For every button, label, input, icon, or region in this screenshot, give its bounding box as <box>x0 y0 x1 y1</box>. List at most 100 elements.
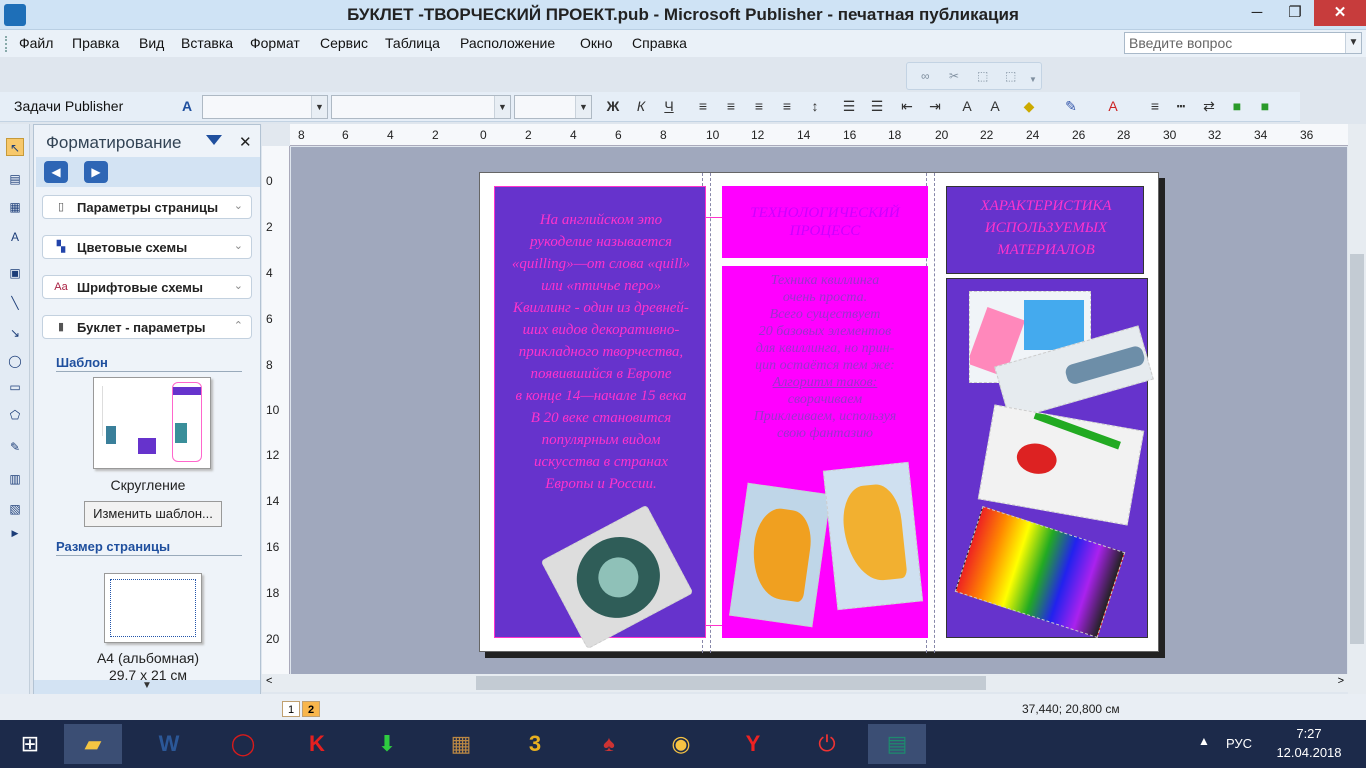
section-color-schemes[interactable]: ▚ Цветовые схемы ⌄ <box>42 235 252 259</box>
fill-color-icon[interactable]: ◆ <box>1020 98 1038 115</box>
maximize-button[interactable]: ❐ <box>1278 0 1312 26</box>
back-icon[interactable]: ◀ <box>44 161 68 183</box>
left-panel-text[interactable]: На английском это рукоделие называется «… <box>495 209 707 495</box>
arrow-style-icon[interactable]: ⇄ <box>1200 98 1218 115</box>
style-combo[interactable]: ▼ <box>202 95 328 119</box>
game-3-icon[interactable]: 3 <box>506 724 564 764</box>
publisher-tasks-button[interactable]: Задачи Publisher <box>14 98 123 114</box>
styles-icon[interactable]: A <box>178 98 196 114</box>
opera-icon[interactable]: ◯ <box>214 724 272 764</box>
vertical-scrollbar[interactable] <box>1348 124 1366 694</box>
next-frame-icon[interactable]: ⬚ <box>1005 69 1021 83</box>
design-gallery-icon[interactable]: ▥ <box>6 470 24 488</box>
middle-title[interactable]: ТЕХНОЛОГИЧЕСКИЙ ПРОЦЕСС <box>726 204 924 240</box>
middle-body-panel[interactable]: Техника квиллинга очень проста. Всего су… <box>722 266 928 638</box>
menu-edit[interactable]: Правка <box>72 35 119 51</box>
right-title[interactable]: ХАРАКТЕРИСТИКА ИСПОЛЬЗУЕМЫХ МАТЕРИАЛОВ <box>951 195 1141 261</box>
link-icon[interactable]: ∞ <box>921 69 937 83</box>
chevron-down-icon[interactable]: ▼ <box>311 96 327 118</box>
middle-body-text[interactable]: Техника квиллинга очень проста. Всего су… <box>726 272 924 442</box>
dash-style-icon[interactable]: ┅ <box>1172 98 1190 115</box>
scroll-thumb[interactable] <box>476 676 986 690</box>
booklet-page[interactable]: На английском это рукоделие называется «… <box>479 172 1159 653</box>
solitaire-icon[interactable]: ♠ <box>580 724 638 764</box>
page-2-tab[interactable]: 2 <box>302 701 320 717</box>
font-color-icon[interactable]: A <box>1104 98 1122 114</box>
autoshapes-icon[interactable]: ⬠ <box>6 406 24 424</box>
menu-table[interactable]: Таблица <box>385 35 440 51</box>
quilling-flowers-photo[interactable] <box>540 504 694 650</box>
italic-button[interactable]: К <box>632 98 650 114</box>
3d-style-icon[interactable]: ■ <box>1256 98 1274 114</box>
pane-scroll-down[interactable]: ▼ <box>34 680 260 694</box>
align-center-icon[interactable]: ≡ <box>722 98 740 114</box>
clock-time[interactable]: 7:27 <box>1262 726 1356 741</box>
menu-view[interactable]: Вид <box>139 35 164 51</box>
template-thumbnail[interactable] <box>93 377 211 469</box>
unlink-icon[interactable]: ✂ <box>949 69 965 83</box>
menu-help[interactable]: Справка <box>632 35 687 51</box>
word-icon[interactable]: W <box>140 724 198 764</box>
line-spacing-icon[interactable]: ↕ <box>806 98 824 114</box>
chevron-down-icon[interactable]: ▼ <box>494 96 510 118</box>
scroll-left-icon[interactable]: < <box>266 675 272 687</box>
text-box-icon[interactable]: ▤ <box>6 170 24 188</box>
increase-indent-icon[interactable]: ⇥ <box>926 98 944 115</box>
bullets-icon[interactable]: ☰ <box>868 98 886 115</box>
decrease-font-icon[interactable]: A <box>958 98 976 114</box>
menu-tools[interactable]: Сервис <box>320 35 368 51</box>
clock-date[interactable]: 12.04.2018 <box>1262 745 1356 760</box>
close-icon[interactable]: ✕ <box>239 133 252 151</box>
more-tools-icon[interactable]: ▶ <box>6 524 24 542</box>
kaspersky-icon[interactable]: K <box>288 724 346 764</box>
menu-arrange[interactable]: Расположение <box>460 35 555 51</box>
font-size-combo[interactable]: ▼ <box>514 95 592 119</box>
right-body-panel[interactable] <box>946 278 1154 638</box>
paper-strips-photo[interactable] <box>954 506 1126 638</box>
minimize-button[interactable]: ─ <box>1240 0 1274 26</box>
toolbar-grip[interactable] <box>5 36 8 52</box>
pane-dropdown-icon[interactable] <box>206 135 222 145</box>
chrome-icon[interactable]: ◉ <box>652 724 710 764</box>
arrow-icon[interactable]: ↘ <box>6 324 24 342</box>
font-combo[interactable]: ▼ <box>331 95 511 119</box>
power-icon[interactable]: ⏻ <box>798 724 856 764</box>
yandex-icon[interactable]: Y <box>724 724 782 764</box>
horizontal-scrollbar[interactable]: < > <box>262 674 1348 692</box>
scroll-right-icon[interactable]: > <box>1338 675 1344 687</box>
windows-start-icon[interactable]: ⊞ <box>4 724 56 764</box>
menu-insert[interactable]: Вставка <box>181 35 233 51</box>
toolbar-options-icon[interactable]: ▼ <box>1029 75 1045 89</box>
vertical-ruler[interactable]: 0 2 4 6 8 10 12 14 16 18 20 <box>262 146 290 674</box>
middle-title-panel[interactable]: ТЕХНОЛОГИЧЕСКИЙ ПРОЦЕСС <box>722 186 928 258</box>
menu-format[interactable]: Формат <box>250 35 300 51</box>
chevron-down-icon[interactable]: ⌄ <box>234 199 243 212</box>
section-font-schemes[interactable]: Aa Шрифтовые схемы ⌄ <box>42 275 252 299</box>
firebird-photo-1[interactable] <box>729 482 831 628</box>
firebird-photo-2[interactable] <box>822 461 924 611</box>
downloader-icon[interactable]: ⬇ <box>358 724 416 764</box>
insert-table-icon[interactable]: ▦ <box>6 198 24 216</box>
chevron-down-icon[interactable]: ⌄ <box>234 239 243 252</box>
chevron-up-icon[interactable]: ⌃ <box>234 319 243 332</box>
picture-icon[interactable]: ▣ <box>6 264 24 282</box>
shadow-style-icon[interactable]: ■ <box>1228 98 1246 114</box>
right-title-panel[interactable]: ХАРАКТЕРИСТИКА ИСПОЛЬЗУЕМЫХ МАТЕРИАЛОВ <box>946 186 1144 274</box>
forward-icon[interactable]: ▶ <box>84 161 108 183</box>
scroll-thumb[interactable] <box>1350 254 1364 644</box>
rowan-quilling-photo[interactable] <box>977 404 1145 526</box>
underline-button[interactable]: Ч <box>660 98 678 114</box>
numbering-icon[interactable]: ☰ <box>840 98 858 115</box>
menu-window[interactable]: Окно <box>580 35 613 51</box>
chevron-down-icon[interactable]: ▼ <box>575 96 591 118</box>
align-left-icon[interactable]: ≡ <box>694 98 712 114</box>
line-style-icon[interactable]: ≡ <box>1146 98 1164 114</box>
web-controls-icon[interactable]: ▧ <box>6 500 24 518</box>
decrease-indent-icon[interactable]: ⇤ <box>898 98 916 115</box>
horizontal-ruler[interactable]: 8 6 4 2 0 2 4 6 8 10 12 14 16 18 20 22 2… <box>290 124 1350 146</box>
select-pointer-icon[interactable]: ↖ <box>6 138 24 156</box>
tray-expand-icon[interactable]: ▲ <box>1198 734 1210 748</box>
winrar-icon[interactable]: ▦ <box>432 724 490 764</box>
wordart-icon[interactable]: A <box>6 228 24 246</box>
change-template-button[interactable]: Изменить шаблон... <box>84 501 222 527</box>
